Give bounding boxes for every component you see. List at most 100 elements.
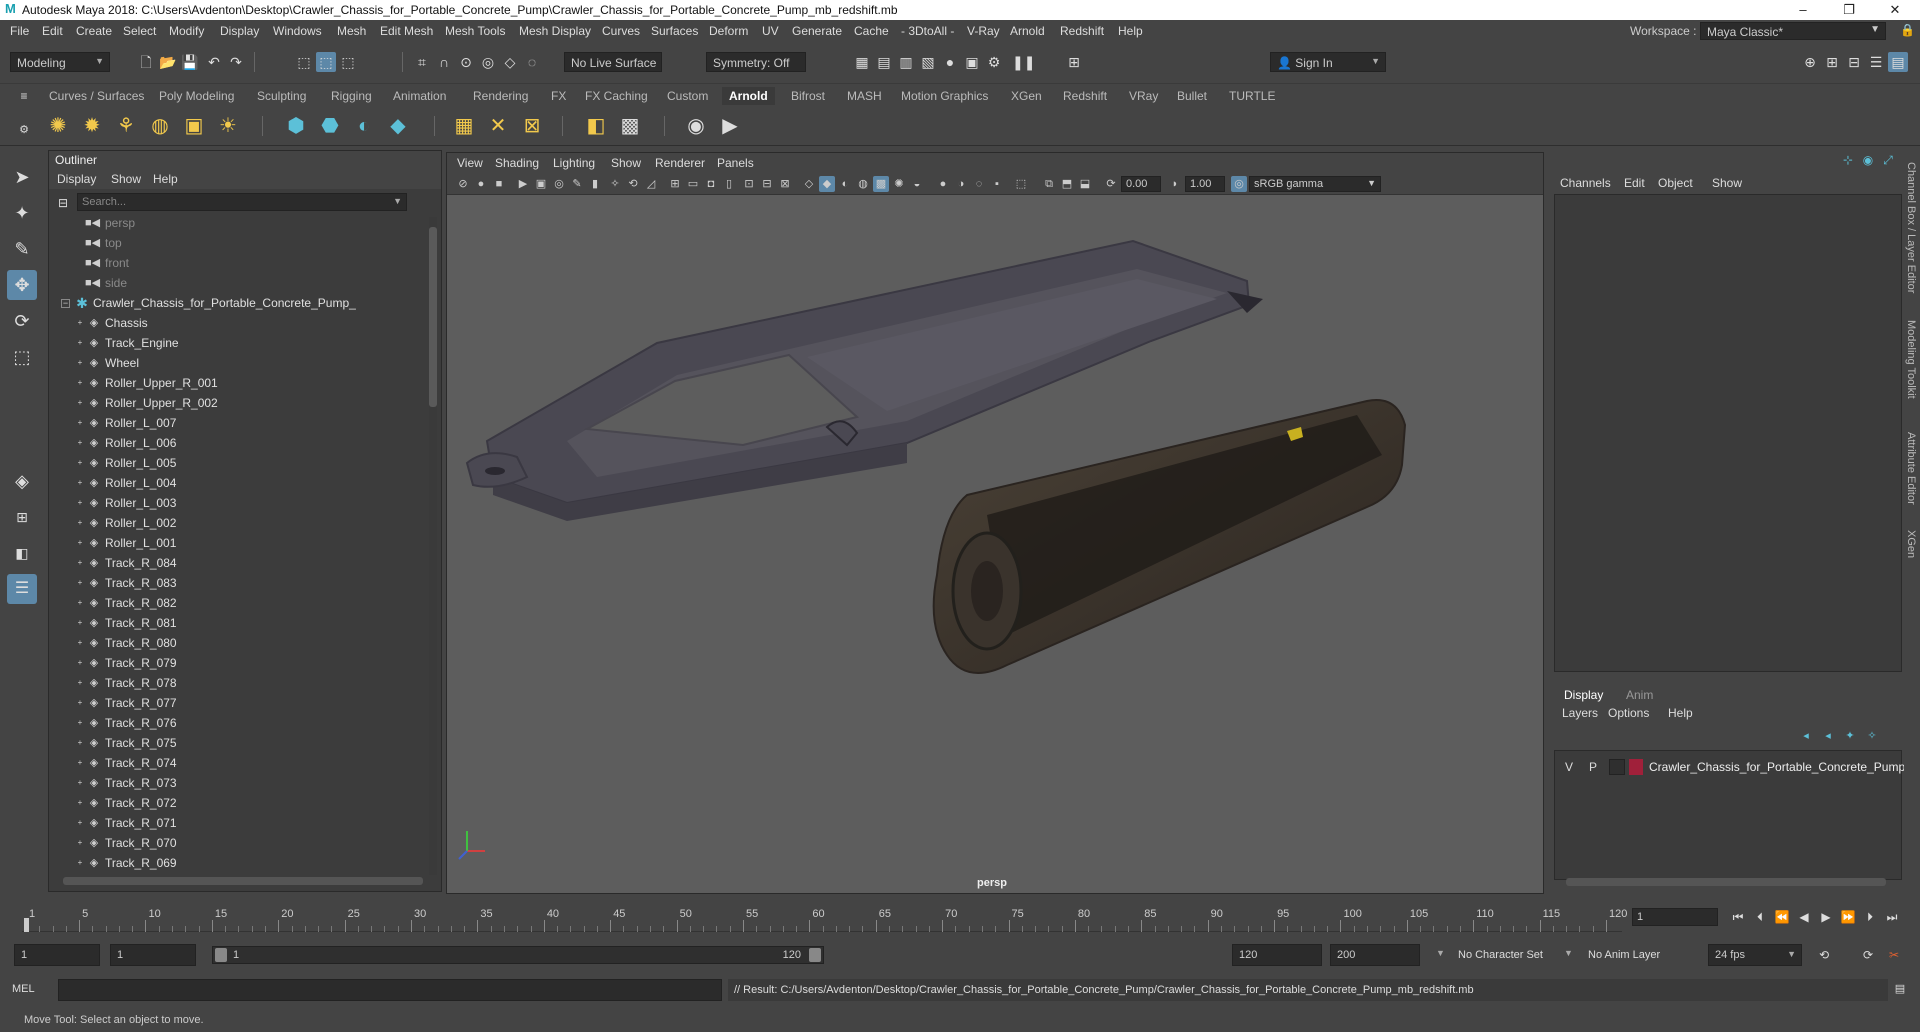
outliner-mesh-item[interactable]: + ◈ Track_R_079 bbox=[49, 653, 427, 673]
modeling-toolkit-icon[interactable]: ⊕ bbox=[1800, 52, 1820, 72]
menu-mesh[interactable]: Mesh bbox=[337, 24, 366, 38]
menu-file[interactable]: File bbox=[10, 24, 29, 38]
outliner-mesh-item[interactable]: + ◈ Track_R_074 bbox=[49, 753, 427, 773]
playback-end-field[interactable]: 120 bbox=[1232, 944, 1322, 966]
attribute-editor-icon[interactable]: ⊞ bbox=[1822, 52, 1842, 72]
symmetry-dropdown[interactable]: Symmetry: Off bbox=[706, 52, 806, 72]
anim-layer-dropdown[interactable]: No Anim Layer bbox=[1588, 949, 1660, 961]
mesh-light-icon[interactable]: ✹ bbox=[78, 112, 106, 140]
select-components-icon[interactable]: ⬚ bbox=[338, 52, 358, 72]
snap-point-icon[interactable]: ⊙ bbox=[456, 52, 476, 72]
layer-name[interactable]: Crawler_Chassis_for_Portable_Concrete_Pu… bbox=[1649, 760, 1905, 774]
menu-set-dropdown[interactable]: Modeling ▼ bbox=[10, 52, 110, 72]
light-portal-icon[interactable]: ▣ bbox=[180, 112, 208, 140]
outliner-mesh-item[interactable]: + ◈ Roller_L_007 bbox=[49, 413, 427, 433]
expand-icon[interactable]: + bbox=[73, 376, 87, 390]
color-management-icon[interactable]: ◎ bbox=[1231, 176, 1247, 192]
range-start-handle[interactable] bbox=[215, 948, 227, 962]
gamma-field[interactable]: 1.00 bbox=[1185, 176, 1225, 192]
rotate-tool-icon[interactable]: ⟳ bbox=[7, 306, 37, 336]
menu-help[interactable]: Help bbox=[1118, 24, 1143, 38]
safe-action-icon[interactable]: ▭ bbox=[685, 176, 701, 192]
play-forward-icon[interactable]: ▶ bbox=[1816, 908, 1836, 926]
two-sided-lighting-icon[interactable]: ▯ bbox=[721, 176, 737, 192]
outliner-mesh-item[interactable]: + ◈ Track_R_070 bbox=[49, 833, 427, 853]
outliner-search-input[interactable]: Search... ▼ bbox=[77, 193, 407, 211]
side-tab-attribute-editor[interactable]: Attribute Editor bbox=[1905, 432, 1917, 505]
outliner-mesh-item[interactable]: + ◈ Roller_L_001 bbox=[49, 533, 427, 553]
menu-modify[interactable]: Modify bbox=[169, 24, 204, 38]
expand-icon[interactable]: + bbox=[73, 736, 87, 750]
expand-icon[interactable]: + bbox=[73, 576, 87, 590]
flush-cache-icon[interactable]: ✕ bbox=[484, 112, 512, 140]
transform-mode-icon[interactable]: ⊞ bbox=[1064, 52, 1084, 72]
go-to-start-icon[interactable]: ⏮ bbox=[1728, 908, 1748, 926]
shelf-tab-animation[interactable]: Animation bbox=[386, 87, 453, 105]
outliner-mesh-item[interactable]: + ◈ Roller_L_002 bbox=[49, 513, 427, 533]
layer-editor-icon[interactable]: ▤ bbox=[1888, 52, 1908, 72]
animation-end-field[interactable]: 200 bbox=[1330, 944, 1420, 966]
outliner-mesh-item[interactable]: + ◈ Track_R_080 bbox=[49, 633, 427, 653]
outliner-camera-item[interactable]: ■◀ front bbox=[49, 253, 427, 273]
expand-icon[interactable]: + bbox=[73, 816, 87, 830]
outliner-mesh-item[interactable]: + ◈ Roller_L_003 bbox=[49, 493, 427, 513]
expand-icon[interactable]: + bbox=[73, 756, 87, 770]
render-frame-icon[interactable]: ▦ bbox=[852, 52, 872, 72]
menu-redshift[interactable]: Redshift bbox=[1060, 24, 1104, 38]
channel-box-menu-show[interactable]: Show bbox=[1712, 176, 1742, 190]
side-tab-xgen[interactable]: XGen bbox=[1905, 530, 1917, 558]
expand-icon[interactable]: + bbox=[73, 616, 87, 630]
render-setup-icon[interactable]: ⚙ bbox=[984, 52, 1004, 72]
expand-icon[interactable]: + bbox=[73, 856, 87, 870]
menu-windows[interactable]: Windows bbox=[273, 24, 322, 38]
character-set-dropdown[interactable]: No Character Set bbox=[1458, 949, 1543, 961]
pause-icon[interactable]: ❚❚ bbox=[1012, 52, 1035, 72]
menu-cache[interactable]: Cache bbox=[854, 24, 889, 38]
model-crawler-chassis[interactable] bbox=[447, 195, 1543, 873]
time-slider[interactable]: 1 5 10 15 20 25 30 35 40 45 50 55 60 65 70 75 80 85 90 95 10… bbox=[0, 900, 1920, 934]
outliner-mesh-item[interactable]: + ◈ Track_R_078 bbox=[49, 673, 427, 693]
lock-camera-icon[interactable]: ● bbox=[473, 176, 489, 192]
shadows-icon[interactable]: ▩ bbox=[873, 176, 889, 192]
high-quality-icon[interactable]: ⬚ bbox=[1013, 176, 1029, 192]
outliner-camera-item[interactable]: ■◀ side bbox=[49, 273, 427, 293]
remove-cache-icon[interactable]: ⊠ bbox=[518, 112, 546, 140]
outliner-mesh-item[interactable]: + ◈ Track_R_077 bbox=[49, 693, 427, 713]
step-forward-frame-icon[interactable]: ⏵ bbox=[1860, 908, 1880, 926]
wireframe-on-shaded-icon[interactable]: ⊠ bbox=[777, 176, 793, 192]
shelf-tab-bifrost[interactable]: Bifrost bbox=[784, 87, 832, 105]
collapse-icon[interactable]: − bbox=[61, 299, 70, 308]
menu-select[interactable]: Select bbox=[123, 24, 156, 38]
playback-start-field[interactable]: 1 bbox=[110, 944, 196, 966]
new-scene-icon[interactable]: 🗋 bbox=[136, 52, 156, 72]
expand-icon[interactable]: + bbox=[73, 496, 87, 510]
grease-pencil-icon[interactable]: ✎ bbox=[569, 176, 585, 192]
physical-sky-icon[interactable]: ☀ bbox=[214, 112, 242, 140]
outliner-mesh-item[interactable]: + ◈ Track_R_072 bbox=[49, 793, 427, 813]
select-camera-icon[interactable]: ⊘ bbox=[455, 176, 471, 192]
channel-box-icon[interactable]: ☰ bbox=[1866, 52, 1886, 72]
render-icon[interactable]: ◆ bbox=[384, 112, 412, 140]
command-input[interactable] bbox=[58, 979, 722, 1001]
side-tab-channel-box[interactable]: Channel Box / Layer Editor bbox=[1905, 162, 1917, 293]
step-forward-key-icon[interactable]: ⏩ bbox=[1838, 908, 1858, 926]
render-view-icon[interactable]: ▣ bbox=[962, 52, 982, 72]
layer-menu-options[interactable]: Options bbox=[1608, 706, 1649, 720]
field-chart-icon[interactable]: ◿ bbox=[643, 176, 659, 192]
render-sequence-icon[interactable]: ▤ bbox=[874, 52, 894, 72]
outliner-mesh-item[interactable]: + ◈ Wheel bbox=[49, 353, 427, 373]
shelf-tab-bullet[interactable]: Bullet bbox=[1170, 87, 1214, 105]
motion-blur-icon[interactable]: ◒ bbox=[909, 176, 925, 192]
snap-curve-icon[interactable]: ∩ bbox=[434, 52, 454, 72]
shelf-tab-custom[interactable]: Custom bbox=[660, 87, 715, 105]
outliner-mesh-item[interactable]: + ◈ Track_R_084 bbox=[49, 553, 427, 573]
shelf-tab-xgen[interactable]: XGen bbox=[1004, 87, 1049, 105]
outliner-mesh-item[interactable]: + ◈ Roller_L_006 bbox=[49, 433, 427, 453]
expand-icon[interactable]: + bbox=[73, 696, 87, 710]
tool-settings-icon[interactable]: ⊟ bbox=[1844, 52, 1864, 72]
menu-surfaces[interactable]: Surfaces bbox=[651, 24, 698, 38]
expand-icon[interactable]: + bbox=[73, 556, 87, 570]
range-end-handle[interactable] bbox=[809, 948, 821, 962]
layer-horizontal-scrollbar[interactable] bbox=[1566, 878, 1886, 886]
redo-icon[interactable]: ↷ bbox=[226, 52, 246, 72]
